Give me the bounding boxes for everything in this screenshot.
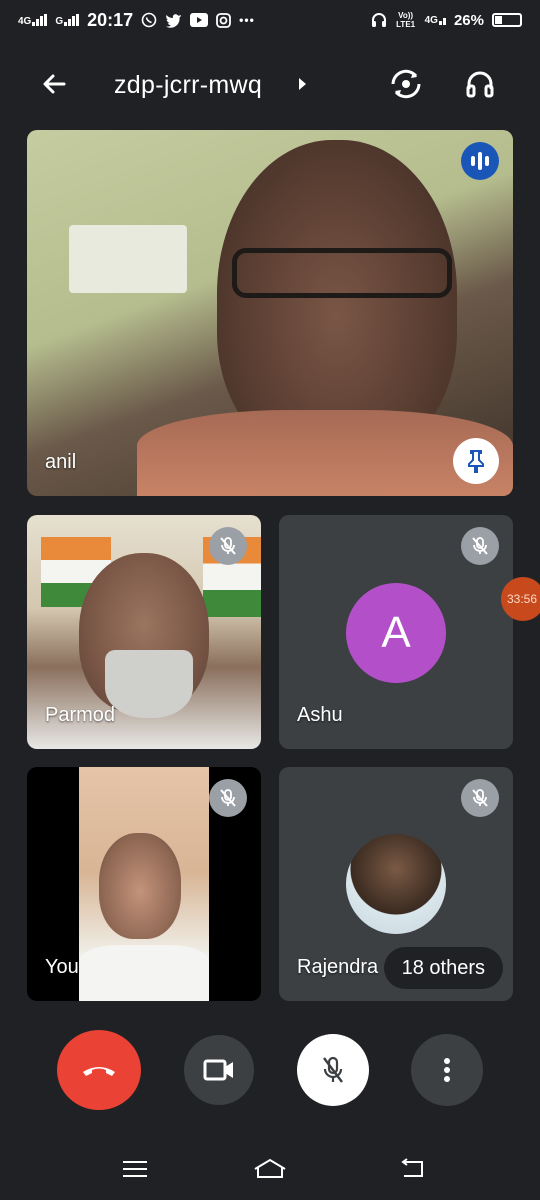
more-options-button[interactable] [411, 1034, 483, 1106]
audio-output-button[interactable] [460, 64, 500, 104]
network-type-3: 4G [424, 14, 438, 26]
camera-toggle-button[interactable] [184, 1035, 254, 1105]
participant-tile-rajendra[interactable]: Rajendra 18 others [279, 767, 513, 1001]
switch-camera-icon [391, 69, 421, 99]
caret-right-icon[interactable] [292, 74, 312, 94]
headset-status-icon [371, 13, 386, 27]
back-nav-button[interactable] [392, 1154, 432, 1184]
battery-percent: 26% [453, 11, 484, 29]
signal-icon-2: G [55, 14, 80, 27]
back-nav-icon [401, 1158, 423, 1177]
video-feed [27, 130, 513, 496]
participant-name: Ashu [297, 704, 343, 726]
signal-icon-3: 4G [424, 14, 446, 26]
mic-off-icon [220, 789, 236, 807]
muted-indicator [461, 527, 499, 565]
mic-off-icon [472, 537, 488, 555]
menu-icon [123, 1161, 147, 1177]
arrow-back-icon [43, 74, 66, 94]
network-type-2: G [55, 16, 64, 27]
wall-switchboard [69, 225, 187, 293]
participant-tile-self[interactable]: You [27, 767, 261, 1001]
youtube-icon [190, 13, 209, 27]
signal-icon: 4G [18, 14, 48, 27]
floating-timer-bubble[interactable]: 33:56 [501, 577, 540, 621]
participant-tile-anil[interactable]: anil [27, 130, 513, 496]
recents-button[interactable] [115, 1154, 155, 1184]
participant-name: Parmod [45, 704, 116, 726]
muted-indicator [209, 779, 247, 817]
instagram-icon [216, 12, 232, 28]
participant-tile-ashu[interactable]: A Ashu [279, 515, 513, 749]
volte-indicator: Vo)) LTE1 [396, 11, 416, 29]
mic-off-icon [472, 789, 488, 807]
whatsapp-icon [141, 12, 157, 28]
home-icon [254, 1158, 286, 1178]
pin-button[interactable] [453, 438, 499, 484]
switch-camera-button[interactable] [386, 64, 426, 104]
person-shirt [79, 945, 209, 1001]
participant-name: anil [45, 451, 77, 473]
more-notifications-icon: ••• [239, 13, 255, 27]
battery-icon [492, 13, 522, 27]
home-button[interactable] [250, 1154, 290, 1184]
clock: 20:17 [87, 9, 134, 30]
system-nav-bar [0, 1140, 540, 1200]
microphone-toggle-button[interactable] [297, 1034, 369, 1106]
others-count-button[interactable]: 18 others [383, 947, 503, 989]
end-call-button[interactable] [57, 1030, 141, 1110]
avatar [346, 834, 446, 934]
audio-level-icon [471, 152, 489, 170]
person-head [99, 833, 181, 939]
participant-name: Rajendra [297, 956, 379, 978]
hang-up-icon [83, 1067, 115, 1076]
pin-icon [468, 450, 484, 473]
avatar: A [346, 583, 446, 683]
mic-off-icon [323, 1056, 343, 1083]
speaking-badge [461, 142, 499, 180]
twitter-icon [165, 13, 182, 28]
self-video-feed [79, 767, 209, 1001]
more-vert-icon [444, 1058, 450, 1082]
person-beard [105, 650, 193, 718]
mic-off-icon [220, 537, 236, 555]
video-camera-icon [203, 1059, 233, 1081]
headphones-icon [466, 71, 494, 98]
network-type-1: 4G [18, 16, 32, 27]
muted-indicator [209, 527, 247, 565]
muted-indicator [461, 779, 499, 817]
meeting-top-bar: zdp-jcrr-mwq [0, 52, 540, 116]
person-glasses [232, 248, 452, 298]
meeting-code[interactable]: zdp-jcrr-mwq [114, 71, 262, 100]
status-bar: 4G G 20:17 ••• Vo)) LTE1 4G 26% [0, 0, 540, 40]
participant-name: You [45, 956, 79, 978]
participant-tile-parmod[interactable]: Parmod [27, 515, 261, 749]
back-button[interactable] [34, 64, 74, 104]
